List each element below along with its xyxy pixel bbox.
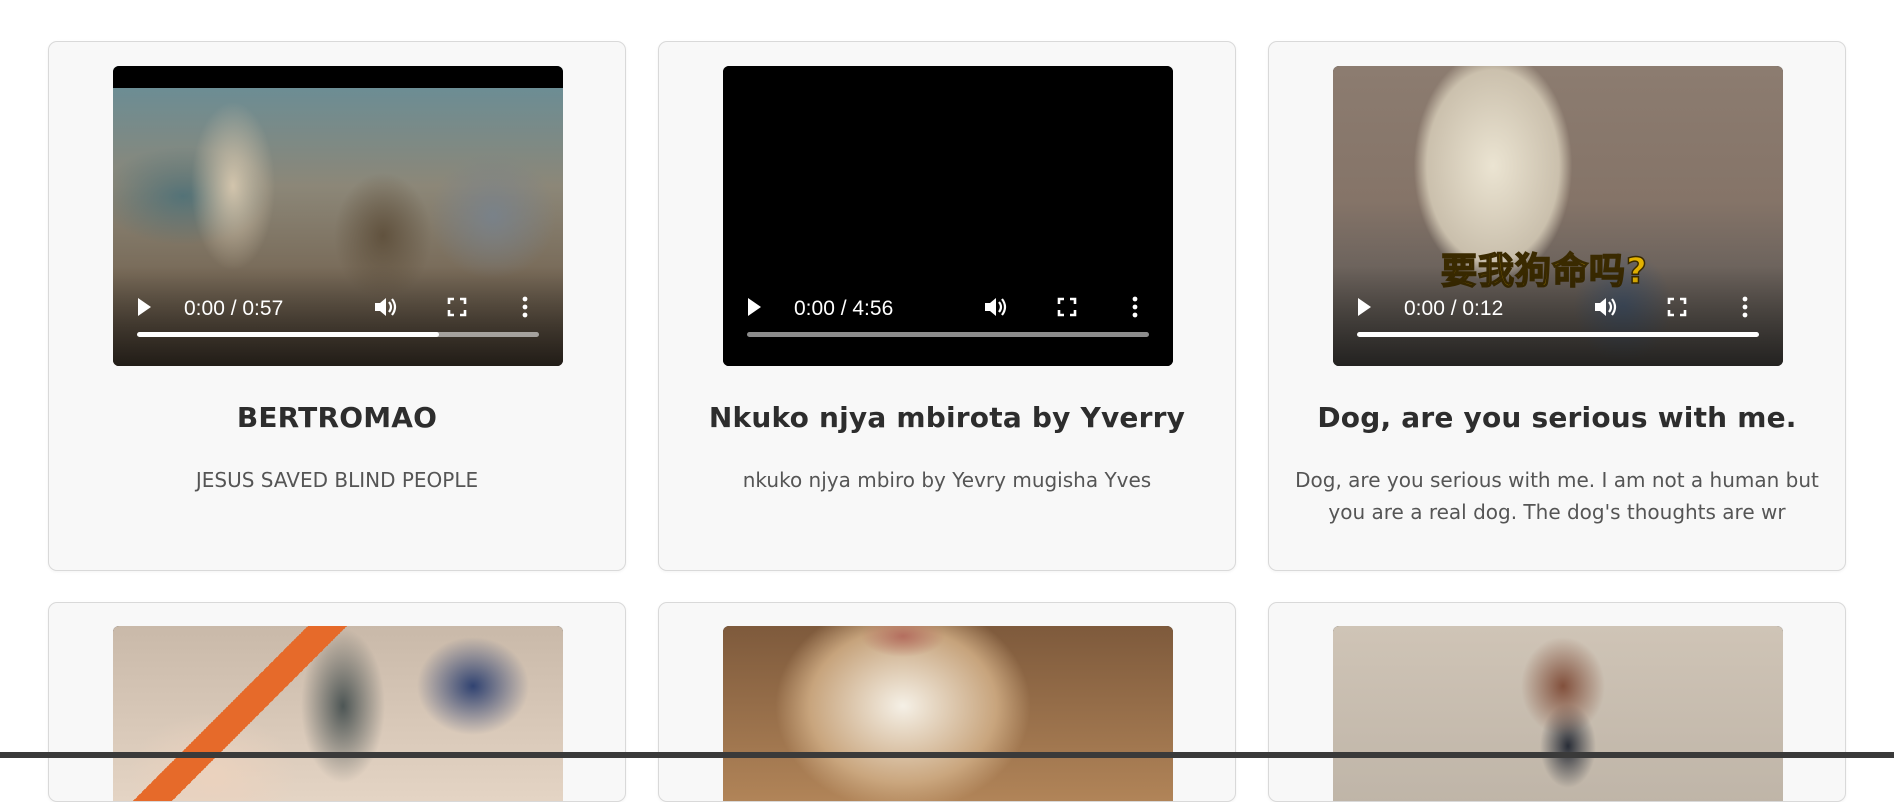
volume-icon	[375, 298, 397, 316]
card-title: Nkuko njya mbirota by Yverry	[708, 401, 1186, 434]
seek-bar-fill	[1357, 332, 1759, 337]
fullscreen-button[interactable]	[1663, 292, 1691, 322]
video-card: 要我狗命吗? 0:00 / 0:12 Dog, are you serious …	[1268, 41, 1846, 571]
mute-button[interactable]	[371, 292, 401, 322]
fullscreen-button[interactable]	[443, 292, 471, 322]
video-player[interactable]	[723, 626, 1173, 801]
time-display: 0:00 / 4:56	[794, 297, 894, 320]
fullscreen-button[interactable]	[1053, 292, 1081, 322]
volume-icon	[1595, 298, 1617, 316]
seek-bar-fill	[137, 332, 439, 337]
fullscreen-icon	[1057, 297, 1077, 317]
play-icon	[1358, 298, 1371, 316]
video-player[interactable]: 要我狗命吗? 0:00 / 0:12	[1333, 66, 1783, 366]
video-frame	[723, 626, 1173, 801]
video-player[interactable]: 0:00 / 4:56	[723, 66, 1173, 366]
fullscreen-icon	[1667, 297, 1687, 317]
play-icon	[138, 298, 151, 316]
card-description: JESUS SAVED BLIND PEOPLE	[195, 468, 479, 492]
mute-button[interactable]	[1591, 292, 1621, 322]
more-options-button[interactable]	[517, 292, 533, 322]
card-title: BERTROMAO	[236, 401, 438, 434]
video-card	[48, 602, 626, 802]
play-button[interactable]	[1353, 292, 1375, 322]
seek-bar[interactable]	[1357, 332, 1759, 337]
card-description: Dog, are you serious with me. I am not a…	[1295, 468, 1819, 524]
video-frame	[113, 626, 563, 801]
time-display: 0:00 / 0:12	[1404, 297, 1504, 320]
video-frame	[1333, 626, 1783, 801]
more-vertical-icon	[1742, 296, 1748, 318]
video-card	[1268, 602, 1846, 802]
more-options-button[interactable]	[1127, 292, 1143, 322]
seek-bar[interactable]	[137, 332, 539, 337]
video-card: 0:00 / 4:56 Nkuko njya mbirota by Yverry…	[658, 41, 1236, 571]
card-description: nkuko njya mbiro by Yevry mugisha Yves	[742, 468, 1152, 492]
time-display: 0:00 / 0:57	[184, 297, 284, 320]
play-button[interactable]	[743, 292, 765, 322]
mute-button[interactable]	[981, 292, 1011, 322]
video-controls: 0:00 / 0:57	[113, 266, 563, 366]
seek-bar[interactable]	[747, 332, 1149, 337]
play-button[interactable]	[133, 292, 155, 322]
more-options-button[interactable]	[1737, 292, 1753, 322]
fullscreen-icon	[447, 297, 467, 317]
video-player[interactable]: 0:00 / 0:57	[113, 66, 563, 366]
video-player[interactable]	[1333, 626, 1783, 801]
more-vertical-icon	[1132, 296, 1138, 318]
play-icon	[748, 298, 761, 316]
video-card	[658, 602, 1236, 802]
video-player[interactable]	[113, 626, 563, 801]
more-vertical-icon	[522, 296, 528, 318]
video-controls: 0:00 / 0:12	[1333, 266, 1783, 366]
volume-icon	[985, 298, 1007, 316]
video-card: 0:00 / 0:57 BERTROMAO JESUS SAVED BLIND …	[48, 41, 626, 571]
bottom-bar	[0, 752, 1894, 758]
video-controls: 0:00 / 4:56	[723, 266, 1173, 366]
card-title: Dog, are you serious with me.	[1317, 401, 1797, 434]
